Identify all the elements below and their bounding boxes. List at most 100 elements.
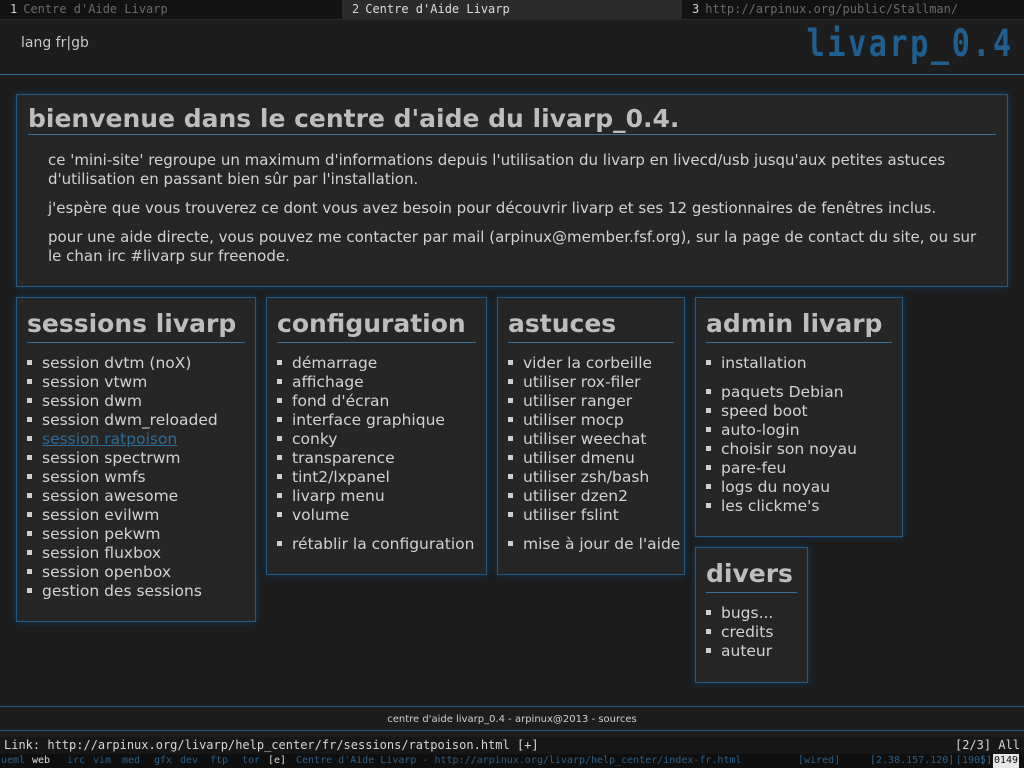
list-item[interactable]: session awesome — [27, 487, 218, 506]
link-text[interactable]: session evilwm — [42, 506, 159, 524]
list-item[interactable]: utiliser rox-filer — [508, 373, 680, 392]
list-item[interactable]: vider la corbeille — [508, 354, 680, 373]
list-item[interactable]: auteur — [706, 642, 773, 661]
list-item[interactable]: session vtwm — [27, 373, 218, 392]
link-text[interactable]: utiliser dzen2 — [523, 487, 628, 505]
list-item[interactable]: session ratpoison — [27, 430, 218, 449]
list-item[interactable]: utiliser fslint — [508, 506, 680, 525]
list-item[interactable]: rétablir la configuration — [277, 535, 474, 554]
list-item[interactable]: installation — [706, 354, 857, 373]
link-text[interactable]: session dvtm (noX) — [42, 354, 191, 372]
link-text[interactable]: utiliser fslint — [523, 506, 619, 524]
link-text[interactable]: utiliser ranger — [523, 392, 632, 410]
list-item[interactable]: utiliser dzen2 — [508, 487, 680, 506]
list-item[interactable]: session dwm — [27, 392, 218, 411]
list-item[interactable]: utiliser dmenu — [508, 449, 680, 468]
link-text[interactable]: paquets Debian — [721, 383, 844, 401]
list-item[interactable]: interface graphique — [277, 411, 474, 430]
tag-ueml[interactable]: ueml — [1, 754, 25, 768]
link-text[interactable]: tint2/lxpanel — [292, 468, 390, 486]
link-text[interactable]: session openbox — [42, 563, 171, 581]
tag-web[interactable]: web — [32, 754, 50, 768]
link-text[interactable]: utiliser mocp — [523, 411, 624, 429]
link-text[interactable]: utiliser zsh/bash — [523, 468, 649, 486]
link-text[interactable]: transparence — [292, 449, 395, 467]
link-text[interactable]: utiliser rox-filer — [523, 373, 641, 391]
tag-vim[interactable]: vim — [93, 754, 111, 768]
list-item[interactable]: session dvtm (noX) — [27, 354, 218, 373]
tag-med[interactable]: med — [122, 754, 140, 768]
link-text[interactable]: utiliser weechat — [523, 430, 646, 448]
link-text[interactable]: démarrage — [292, 354, 377, 372]
tab-1[interactable]: 1 Centre d'Aide Livarp — [0, 0, 342, 19]
list-item[interactable]: tint2/lxpanel — [277, 468, 474, 487]
list-item[interactable]: credits — [706, 623, 773, 642]
tag-dev[interactable]: dev — [180, 754, 198, 768]
link-text[interactable]: les clickme's — [721, 497, 819, 515]
link-text[interactable]: session dwm — [42, 392, 142, 410]
link-text[interactable]: speed boot — [721, 402, 808, 420]
tab-2[interactable]: 2 Centre d'Aide Livarp — [342, 0, 682, 19]
list-item[interactable]: conky — [277, 430, 474, 449]
list-item[interactable]: utiliser mocp — [508, 411, 680, 430]
list-item[interactable]: logs du noyau — [706, 478, 857, 497]
link-text[interactable]: session dwm_reloaded — [42, 411, 218, 429]
tag-ftp[interactable]: ftp — [210, 754, 228, 768]
link-text[interactable]: session pekwm — [42, 525, 160, 543]
link-text[interactable]: credits — [721, 623, 773, 641]
link-text[interactable]: session wmfs — [42, 468, 146, 486]
list-item[interactable]: utiliser zsh/bash — [508, 468, 680, 487]
link-text[interactable]: mise à jour de l'aide — [523, 535, 680, 553]
link-text[interactable]: volume — [292, 506, 349, 524]
list-item[interactable]: session spectrwm — [27, 449, 218, 468]
list-item[interactable]: session evilwm — [27, 506, 218, 525]
link-text[interactable]: session spectrwm — [42, 449, 181, 467]
link-text[interactable]: utiliser dmenu — [523, 449, 635, 467]
list-item[interactable]: session openbox — [27, 563, 218, 582]
link-text[interactable]: session awesome — [42, 487, 178, 505]
link-text[interactable]: interface graphique — [292, 411, 445, 429]
tab-3[interactable]: 3 http://arpinux.org/public/Stallman/ — [682, 0, 1024, 19]
list-item[interactable]: utiliser ranger — [508, 392, 680, 411]
link-text[interactable]: choisir son noyau — [721, 440, 857, 458]
list-item[interactable]: mise à jour de l'aide — [508, 535, 680, 554]
link-text[interactable]: livarp menu — [292, 487, 385, 505]
link-text[interactable]: fond d'écran — [292, 392, 389, 410]
list-item[interactable]: choisir son noyau — [706, 440, 857, 459]
link-text[interactable]: pare-feu — [721, 459, 786, 477]
link-text[interactable]: rétablir la configuration — [292, 535, 474, 553]
link-text[interactable]: session vtwm — [42, 373, 147, 391]
link-text[interactable]: auto-login — [721, 421, 800, 439]
active-link-ratpoison[interactable]: session ratpoison — [42, 430, 177, 448]
list-item[interactable]: auto-login — [706, 421, 857, 440]
link-text[interactable]: gestion des sessions — [42, 582, 202, 600]
list-item[interactable]: transparence — [277, 449, 474, 468]
list-item[interactable]: volume — [277, 506, 474, 525]
link-text[interactable]: installation — [721, 354, 807, 372]
link-text[interactable]: affichage — [292, 373, 364, 391]
link-text[interactable]: bugs... — [721, 604, 773, 622]
list-item[interactable]: session wmfs — [27, 468, 218, 487]
link-text[interactable]: vider la corbeille — [523, 354, 652, 372]
list-item[interactable]: livarp menu — [277, 487, 474, 506]
list-item[interactable]: bugs... — [706, 604, 773, 623]
list-item[interactable]: gestion des sessions — [27, 582, 218, 601]
list-item[interactable]: utiliser weechat — [508, 430, 680, 449]
list-item[interactable]: fond d'écran — [277, 392, 474, 411]
tag-tor[interactable]: tor — [242, 754, 260, 768]
list-item[interactable]: les clickme's — [706, 497, 857, 516]
list-item[interactable]: session fluxbox — [27, 544, 218, 563]
list-item[interactable]: speed boot — [706, 402, 857, 421]
list-item[interactable]: session dwm_reloaded — [27, 411, 218, 430]
link-text[interactable]: session fluxbox — [42, 544, 161, 562]
link-text[interactable]: auteur — [721, 642, 772, 660]
list-item[interactable]: paquets Debian — [706, 383, 857, 402]
tag-irc[interactable]: irc — [67, 754, 85, 768]
list-item[interactable]: session pekwm — [27, 525, 218, 544]
tag-gfx[interactable]: gfx — [154, 754, 172, 768]
language-switch[interactable]: lang fr|gb — [21, 35, 89, 51]
link-text[interactable]: logs du noyau — [721, 478, 830, 496]
list-item[interactable]: démarrage — [277, 354, 474, 373]
link-text[interactable]: conky — [292, 430, 337, 448]
layout-indicator[interactable]: [e] — [268, 754, 286, 768]
